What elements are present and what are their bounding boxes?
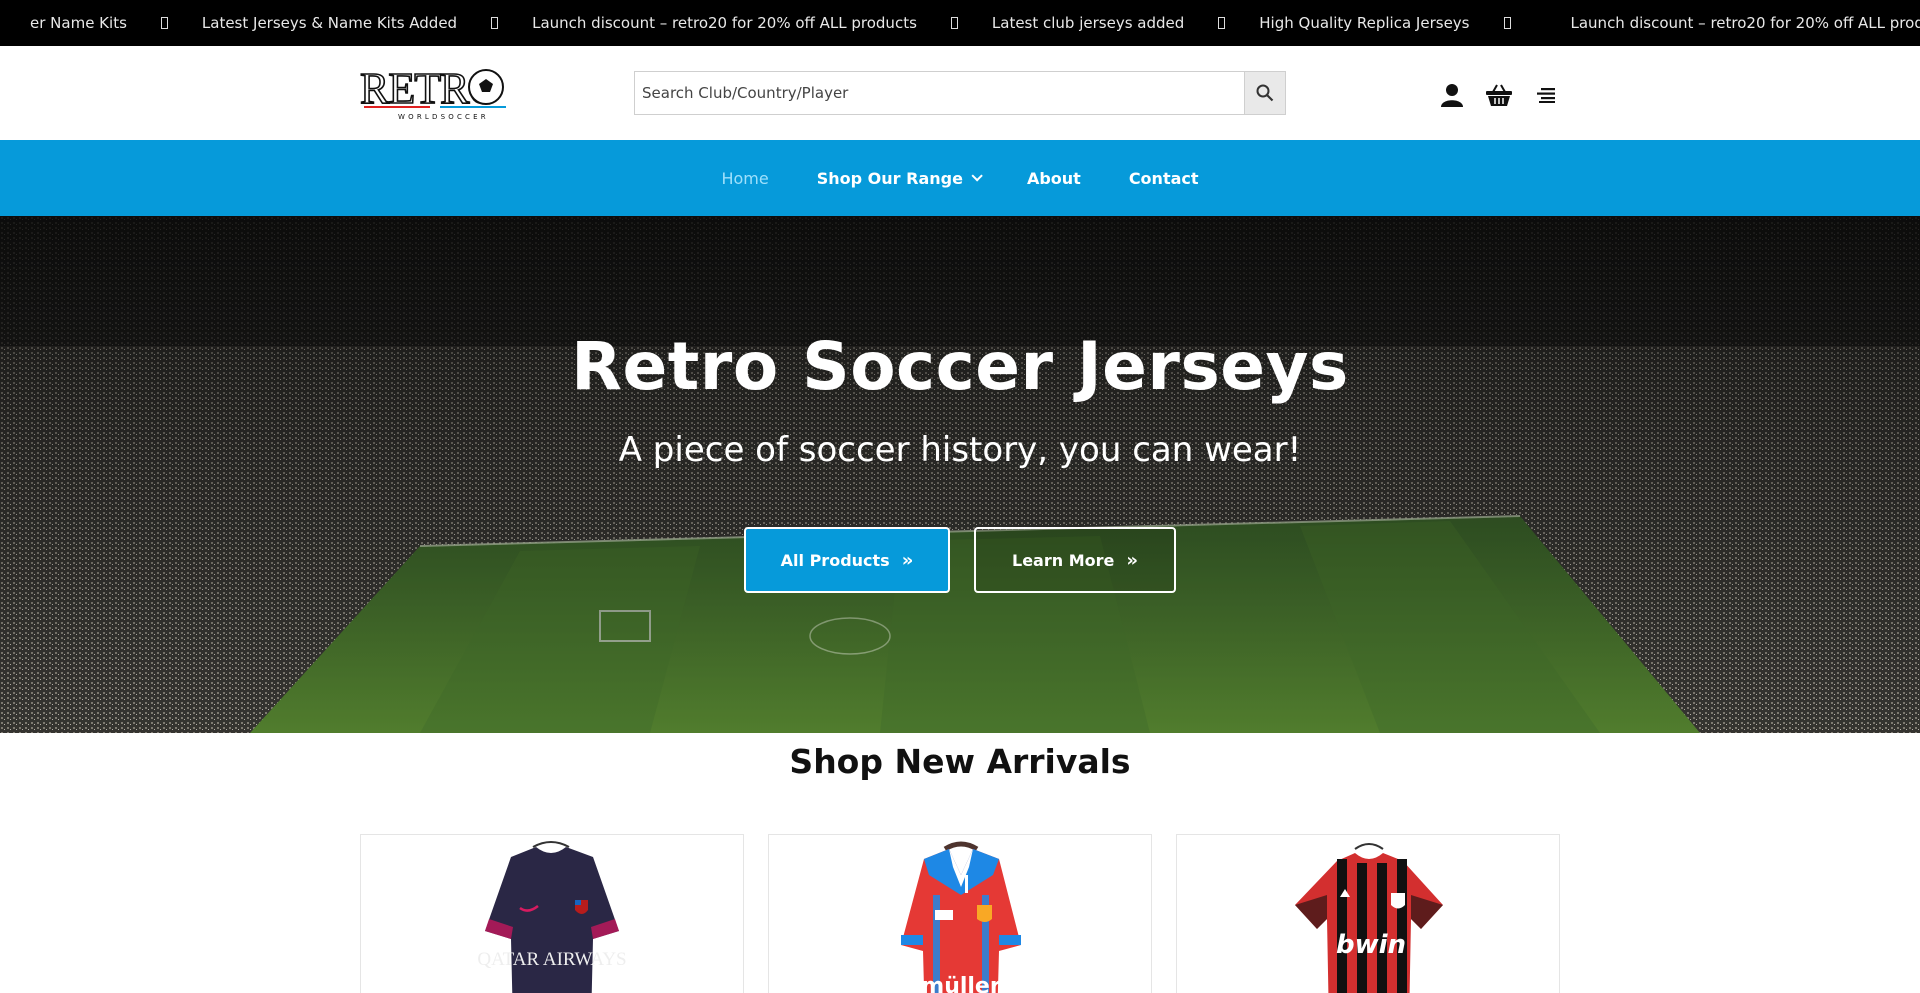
hero-subtitle: A piece of soccer history, you can wear! [618, 430, 1302, 470]
ticker-text: er Name Kits [30, 14, 127, 32]
nav-item-home[interactable]: Home [721, 169, 768, 188]
ticker-separator-icon [1503, 17, 1511, 29]
basket-button[interactable] [1485, 82, 1513, 108]
ticker-text: Latest Jerseys & Name Kits Added [201, 14, 458, 32]
search-input[interactable] [634, 71, 1244, 115]
nav-item-about[interactable]: About [1027, 169, 1081, 188]
ticker-item: Latest club jerseys added [992, 14, 1259, 32]
ticker-item: High Quality Replica Jerseys [1259, 14, 1570, 32]
product-sponsor: bwin [1336, 930, 1406, 960]
site-header: RETRO WORLDSOCCER [0, 46, 1920, 140]
double-chevron-right-icon: » [1126, 549, 1138, 571]
ticker-text: Latest club jerseys added [991, 14, 1185, 32]
product-card[interactable]: müller [768, 834, 1152, 993]
nav-item-contact[interactable]: Contact [1129, 169, 1199, 188]
product-card[interactable]: bwin [1176, 834, 1560, 993]
product-grid: QATAR AIRWAYS müller bwin [360, 834, 1584, 993]
menu-button[interactable] [1532, 82, 1560, 108]
ticker-separator-icon [950, 17, 958, 29]
all-products-button[interactable]: All Products » [744, 527, 950, 593]
search-button[interactable] [1244, 71, 1286, 115]
ticker-item: Launch discount – retro20 for 20% off AL… [532, 14, 992, 32]
ticker-item: er Name Kits [30, 14, 202, 32]
ticker-track: er Name Kits Latest Jerseys & Name Kits … [30, 0, 1920, 46]
announcement-ticker: er Name Kits Latest Jerseys & Name Kits … [0, 0, 1920, 46]
ac-milan-jersey-image: bwin [1295, 843, 1443, 993]
hero-title: Retro Soccer Jerseys [571, 328, 1349, 405]
menu-icon [1537, 88, 1555, 103]
learn-more-button[interactable]: Learn More » [974, 527, 1176, 593]
basket-icon [1486, 84, 1512, 106]
nav-item-shop-our-range[interactable]: Shop Our Range [816, 168, 983, 188]
ticker-text: High Quality Replica Jerseys [1259, 14, 1470, 32]
site-logo[interactable]: RETRO WORLDSOCCER [359, 63, 510, 123]
nav-item-label: About [1026, 168, 1081, 188]
account-icon [1441, 84, 1463, 107]
search-icon [1256, 84, 1274, 102]
main-navigation: Home Shop Our Range About Contact [0, 140, 1920, 216]
barcelona-jersey-image: QATAR AIRWAYS [477, 841, 627, 993]
new-arrivals-heading: Shop New Arrivals [789, 742, 1131, 781]
account-button[interactable] [1438, 82, 1466, 108]
header-actions [1438, 82, 1579, 108]
ticker-item: Latest Jerseys & Name Kits Added [202, 14, 532, 32]
ticker-item: Launch discount – retro20 for 20% off AL… [1571, 14, 1920, 32]
ticker-separator-icon [1218, 17, 1226, 29]
ticker-text: Launch discount – retro20 for 20% off AL… [532, 14, 917, 32]
logo-graphic: RETRO WORLDSOCCER [359, 63, 506, 121]
ticker-separator-icon [160, 17, 168, 29]
chevron-down-icon [971, 170, 983, 182]
logo-subtext: WORLDSOCCER [398, 113, 489, 121]
nav-item-label: Shop Our Range [816, 168, 963, 188]
hero-overlay [0, 216, 1920, 733]
button-label: All Products [780, 550, 890, 570]
button-label: Learn More [1012, 550, 1115, 570]
nav-item-label: Home [721, 168, 769, 188]
search-bar [634, 71, 1286, 115]
product-card[interactable]: QATAR AIRWAYS [360, 834, 744, 993]
ticker-text: Launch discount – retro20 for 20% off AL… [1570, 14, 1920, 32]
hero-banner: Retro Soccer Jerseys A piece of soccer h… [0, 216, 1920, 733]
double-chevron-right-icon: » [901, 549, 914, 571]
ticker-separator-icon [491, 17, 499, 29]
nav-item-label: Contact [1128, 168, 1199, 188]
aston-villa-jersey-image: müller [901, 841, 1021, 993]
product-sponsor: müller [921, 974, 1001, 993]
hero-actions: All Products » Learn More » [744, 527, 1176, 593]
product-sponsor: QATAR AIRWAYS [477, 949, 626, 970]
